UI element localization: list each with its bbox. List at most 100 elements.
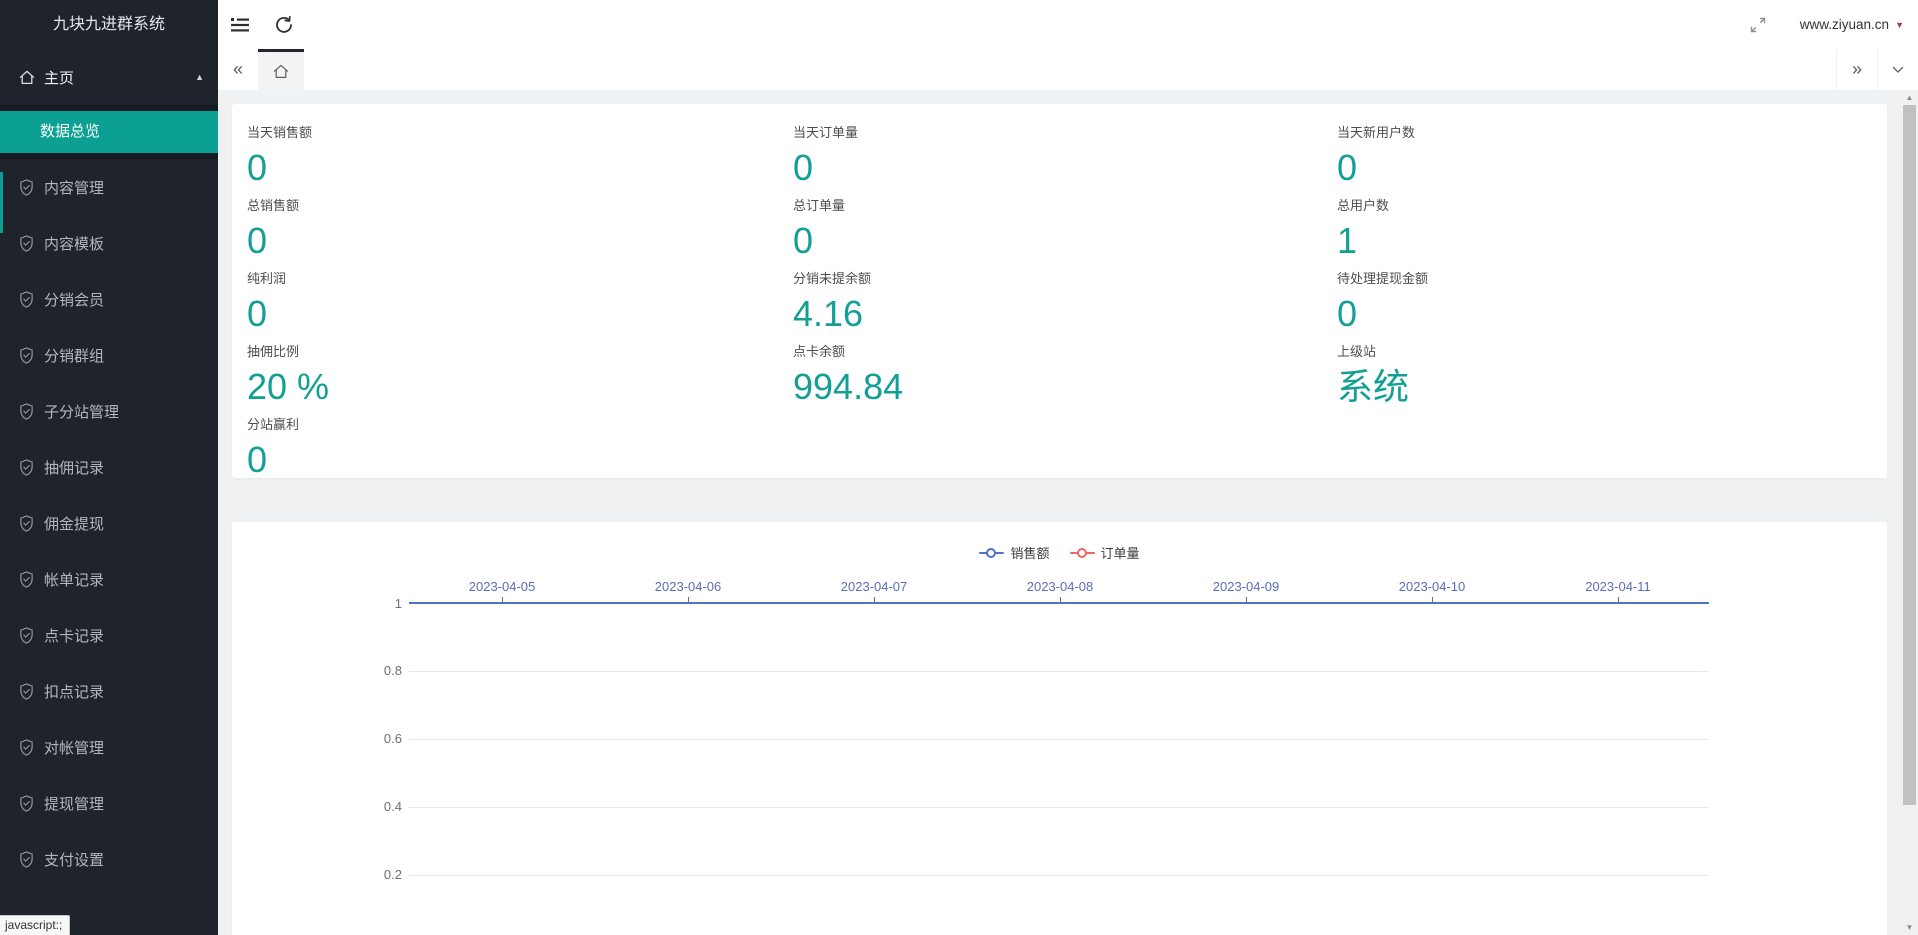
shield-check-icon	[18, 458, 35, 476]
x-axis-tick	[1246, 597, 1247, 602]
x-axis-date-label: 2023-04-08	[1027, 579, 1094, 594]
fold-menu-icon	[231, 18, 249, 32]
sidebar-submenu: 数据总览	[0, 105, 218, 159]
chevron-down-icon[interactable]: ▼	[1895, 20, 1904, 30]
stats-column-3: 当天新用户数 0 总用户数 1 待处理提现金额 0 上级站 系统	[1322, 122, 1887, 478]
sidebar-item[interactable]: 提现管理	[0, 775, 218, 831]
sidebar-item[interactable]: 内容管理	[0, 159, 218, 215]
stats-column-1: 当天销售额 0 总销售额 0 纯利润 0 抽佣比例 20 % 分站赢利 0	[232, 122, 778, 478]
site-domain-menu[interactable]: www.ziyuan.cn	[1800, 17, 1889, 32]
sidebar-item-label: 支付设置	[44, 849, 104, 870]
sidebar-item[interactable]: 对帐管理	[0, 719, 218, 775]
refresh-icon	[275, 16, 293, 34]
stat-net-profit: 纯利润 0	[247, 268, 778, 341]
x-axis-date-label: 2023-04-06	[655, 579, 722, 594]
x-axis-tick	[502, 597, 503, 602]
shield-check-icon	[18, 850, 35, 868]
sidebar-item-label: 佣金提现	[44, 513, 104, 534]
stat-commission-ratio: 抽佣比例 20 %	[247, 341, 778, 414]
sidebar-item[interactable]: 佣金提现	[0, 495, 218, 551]
tabs-scroll-left-button[interactable]: «	[218, 49, 258, 90]
sidebar-scrollbar-thumb[interactable]	[0, 172, 3, 233]
line-series-marker-icon	[1070, 548, 1095, 558]
chart-legend: 销售额 订单量	[232, 543, 1887, 562]
stat-total-orders: 总订单量 0	[793, 195, 1322, 268]
shield-check-icon	[18, 234, 35, 252]
sidebar-item-label: 帐单记录	[44, 569, 104, 590]
tabs-menu-button[interactable]	[1877, 49, 1918, 90]
sidebar-item[interactable]: 扣点记录	[0, 663, 218, 719]
topbar-right-group: www.ziyuan.cn ▼	[1750, 17, 1918, 33]
gridline	[409, 875, 1709, 876]
sidebar-item-label: 点卡记录	[44, 625, 104, 646]
gridline	[409, 807, 1709, 808]
fullscreen-icon	[1750, 17, 1766, 33]
sidebar-item[interactable]: 抽佣记录	[0, 439, 218, 495]
status-bar-link-tooltip: javascript:;	[0, 915, 70, 935]
x-axis-tick	[1060, 597, 1061, 602]
sidebar-item[interactable]: 支付设置	[0, 831, 218, 887]
shield-check-icon	[18, 178, 35, 196]
tab-home[interactable]	[258, 49, 304, 90]
scroll-up-icon[interactable]: ▲	[1901, 90, 1918, 105]
scroll-down-icon[interactable]: ▼	[1901, 920, 1918, 935]
main-content: 当天销售额 0 总销售额 0 纯利润 0 抽佣比例 20 % 分站赢利 0	[218, 90, 1901, 935]
page-scrollbar[interactable]: ▲ ▼	[1901, 90, 1918, 935]
x-axis-date-label: 2023-04-07	[841, 579, 908, 594]
sidebar-item[interactable]: 子分站管理	[0, 383, 218, 439]
stat-today-orders: 当天订单量 0	[793, 122, 1322, 195]
stat-total-sales: 总销售额 0	[247, 195, 778, 268]
sidebar-item-label: 内容模板	[44, 233, 104, 254]
gridline	[409, 671, 1709, 672]
legend-item-sales[interactable]: 销售额	[979, 543, 1049, 562]
stat-today-new-users: 当天新用户数 0	[1337, 122, 1887, 195]
shield-check-icon	[18, 738, 35, 756]
sidebar-item-home[interactable]: 主页 ▲	[0, 49, 218, 105]
sidebar-item-label: 抽佣记录	[44, 457, 104, 478]
shield-check-icon	[18, 794, 35, 812]
sidebar-item[interactable]: 点卡记录	[0, 607, 218, 663]
x-axis-date-label: 2023-04-11	[1585, 579, 1651, 594]
sidebar-item[interactable]: 分销群组	[0, 327, 218, 383]
shield-check-icon	[18, 290, 35, 308]
x-axis-tick	[1432, 597, 1433, 602]
collapse-sidebar-button[interactable]	[218, 0, 262, 49]
sidebar-item-data-overview[interactable]: 数据总览	[0, 111, 218, 153]
stat-unwithdrawn-balance: 分销未提余额 4.16	[793, 268, 1322, 341]
chevron-up-icon: ▲	[195, 72, 204, 82]
shield-check-icon	[18, 514, 35, 532]
sidebar-item-label: 分销群组	[44, 345, 104, 366]
topbar: www.ziyuan.cn ▼	[218, 0, 1918, 50]
sales-orders-chart-card: 销售额 订单量 1 0.8 0.6 0.4 0.2	[232, 522, 1887, 935]
shield-check-icon	[18, 346, 35, 364]
sidebar-item-label: 主页	[44, 67, 74, 88]
scrollbar-thumb[interactable]	[1903, 105, 1916, 805]
x-axis-date-label: 2023-04-09	[1213, 579, 1280, 594]
tabbar: « »	[218, 49, 1918, 91]
y-axis-tick-label: 0.2	[346, 867, 402, 883]
fullscreen-button[interactable]	[1750, 17, 1766, 33]
chevron-down-icon	[1892, 66, 1904, 74]
x-axis-date-label: 2023-04-05	[469, 579, 536, 594]
tabbar-right-controls: »	[1836, 49, 1918, 90]
tabs-scroll-right-button[interactable]: »	[1836, 49, 1877, 90]
sidebar-item-label: 内容管理	[44, 177, 104, 198]
shield-check-icon	[18, 682, 35, 700]
stat-total-users: 总用户数 1	[1337, 195, 1887, 268]
x-axis-tick	[1618, 597, 1619, 602]
x-axis-tick	[688, 597, 689, 602]
shield-check-icon	[18, 626, 35, 644]
legend-item-orders[interactable]: 订单量	[1070, 543, 1140, 562]
sidebar: 九块九进群系统 主页 ▲ 数据总览 内容管理 内容模板 分销会员	[0, 0, 218, 935]
sidebar-item-label: 子分站管理	[44, 401, 119, 422]
sidebar-item[interactable]: 分销会员	[0, 271, 218, 327]
sidebar-item[interactable]: 内容模板	[0, 215, 218, 271]
stat-parent-site: 上级站 系统	[1337, 341, 1887, 414]
x-axis-line	[409, 602, 1709, 604]
y-axis-tick-label: 0.4	[346, 799, 402, 815]
sidebar-item-label: 数据总览	[40, 123, 100, 140]
sidebar-item[interactable]: 帐单记录	[0, 551, 218, 607]
app-title: 九块九进群系统	[0, 0, 218, 49]
shield-check-icon	[18, 570, 35, 588]
refresh-button[interactable]	[262, 0, 306, 49]
